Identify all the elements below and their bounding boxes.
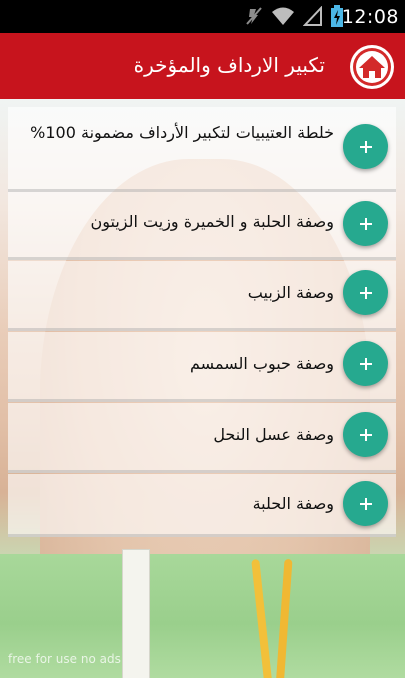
list-item-label: وصفة الحلبة (252, 494, 334, 513)
plus-icon (359, 357, 372, 370)
plus-icon (359, 428, 372, 441)
plus-icon (359, 497, 372, 510)
expand-button[interactable] (343, 341, 388, 386)
expand-button[interactable] (343, 124, 388, 169)
status-bar: 12:08 (0, 0, 405, 33)
list-item[interactable]: وصفة الحلبة و الخميرة وزيت الزيتون (8, 192, 396, 260)
list-item[interactable]: وصفة الحلبة (8, 474, 396, 537)
list-item-label: وصفة الحلبة و الخميرة وزيت الزيتون (90, 212, 335, 231)
plus-icon (359, 140, 372, 153)
expand-button[interactable] (343, 412, 388, 457)
status-icons (245, 5, 343, 27)
mute-icon (246, 7, 262, 25)
signal-icon (303, 6, 322, 26)
expand-button[interactable] (343, 481, 388, 526)
list-item-label: وصفة الزبيب (247, 283, 334, 302)
list-item-label: وصفة حبوب السمسم (190, 354, 334, 373)
watermark-text: free for use no ads (8, 652, 121, 666)
list-item-label: وصفة عسل النحل (213, 425, 334, 444)
list-item[interactable]: وصفة حبوب السمسم (8, 332, 396, 402)
wifi-icon (272, 7, 294, 25)
page-title: تكبير الارداف والمؤخرة (133, 53, 325, 77)
list-item-label: خلطة العتيبيات لتكبير الأرداف مضمونة 100… (30, 123, 334, 142)
plus-icon (359, 217, 372, 230)
list-item[interactable]: خلطة العتيبيات لتكبير الأرداف مضمونة 100… (8, 107, 396, 192)
expand-button[interactable] (343, 270, 388, 315)
status-time: 12:08 (341, 6, 399, 28)
action-bar: تكبير الارداف والمؤخرة (0, 33, 405, 99)
background-measuring-tape (122, 549, 150, 678)
list-item[interactable]: وصفة عسل النحل (8, 403, 396, 473)
home-icon[interactable] (349, 44, 395, 90)
plus-icon (359, 286, 372, 299)
expand-button[interactable] (343, 201, 388, 246)
list-item[interactable]: وصفة الزبيب (8, 261, 396, 331)
